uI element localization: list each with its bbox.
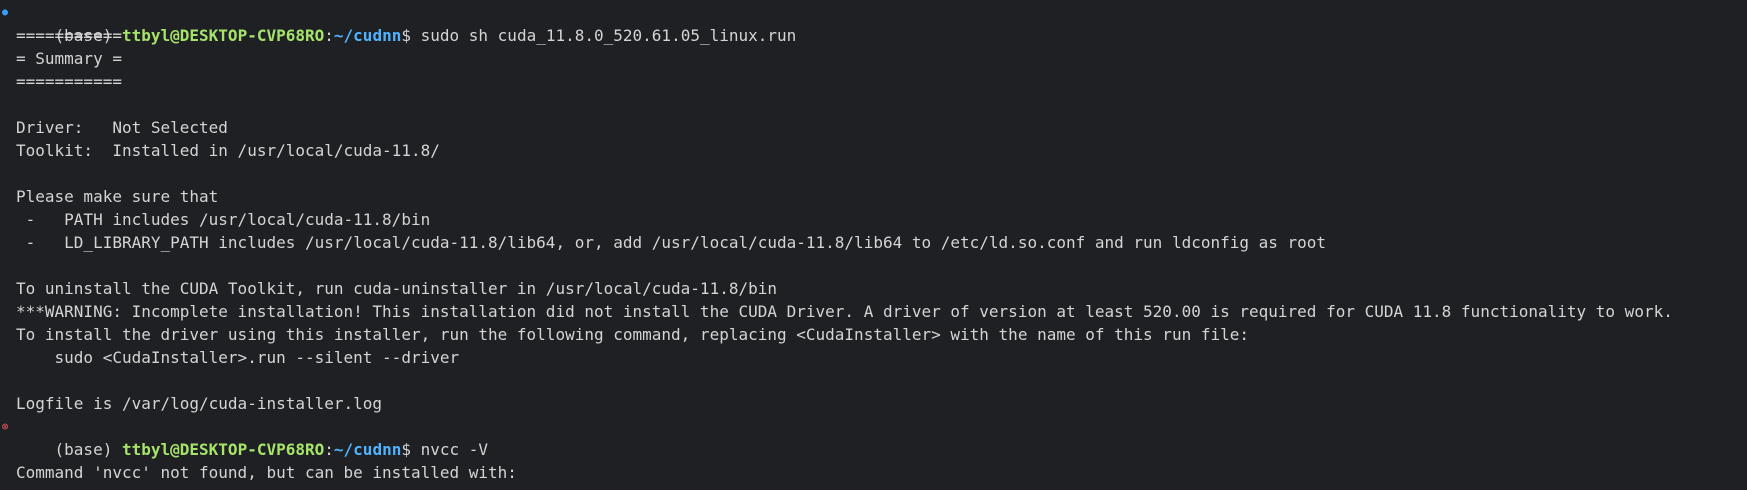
output-line: Toolkit: Installed in /usr/local/cuda-11… [16,141,440,160]
prompt-line-1: ● (base) ttbyl@DESKTOP-CVP68RO:~/cudnn$ s… [0,1,1747,45]
output-line: =========== [16,26,122,45]
output-line: To uninstall the CUDA Toolkit, run cuda-… [16,279,777,298]
command-success-marker-icon[interactable]: ● [0,1,10,24]
command-error-marker-icon[interactable]: ⊗ [0,415,10,438]
terminal-window[interactable]: ● (base) ttbyl@DESKTOP-CVP68RO:~/cudnn$ s… [0,0,1747,490]
output-line: Driver: Not Selected [16,118,228,137]
output-line: Please make sure that [16,187,219,206]
output-line: =========== [16,72,122,91]
prompt-line-2: ⊗ (base) ttbyl@DESKTOP-CVP68RO:~/cudnn$ n… [0,415,1747,459]
output-line: sudo <CudaInstaller>.run --silent --driv… [16,348,460,367]
output-line: Logfile is /var/log/cuda-installer.log [16,394,383,413]
output-line: Command 'nvcc' not found, but can be ins… [16,463,517,482]
output-line: = Summary = [16,49,122,68]
output-line: To install the driver using this install… [16,325,1249,344]
output-line: - LD_LIBRARY_PATH includes /usr/local/cu… [16,233,1327,252]
warning-line: ***WARNING: Incomplete installation! Thi… [16,302,1673,321]
output-line: - PATH includes /usr/local/cuda-11.8/bin [16,210,431,229]
